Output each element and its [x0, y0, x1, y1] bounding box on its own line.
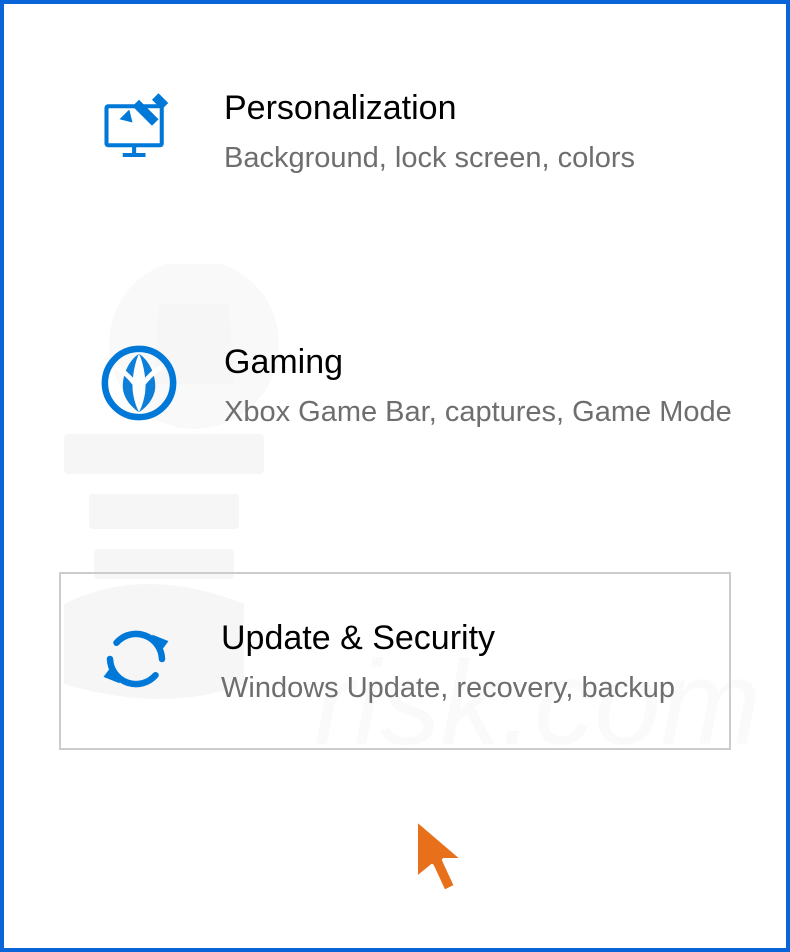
personalization-icon	[94, 84, 184, 174]
settings-item-gaming[interactable]: Gaming Xbox Game Bar, captures, Game Mod…	[4, 318, 786, 452]
item-desc: Background, lock screen, colors	[224, 139, 746, 178]
item-title: Personalization	[224, 88, 746, 129]
settings-item-text: Gaming Xbox Game Bar, captures, Game Mod…	[224, 338, 746, 432]
settings-item-text: Update & Security Windows Update, recove…	[221, 614, 724, 708]
item-title: Gaming	[224, 342, 746, 383]
settings-item-update-security[interactable]: Update & Security Windows Update, recove…	[59, 572, 731, 750]
item-desc: Windows Update, recovery, backup	[221, 669, 724, 708]
gaming-icon	[94, 338, 184, 428]
cursor-pointer-icon	[404, 814, 494, 919]
settings-item-text: Personalization Background, lock screen,…	[224, 84, 746, 178]
item-desc: Xbox Game Bar, captures, Game Mode	[224, 393, 746, 432]
item-title: Update & Security	[221, 618, 724, 659]
update-security-icon	[91, 614, 181, 704]
settings-list: Personalization Background, lock screen,…	[4, 4, 786, 750]
settings-item-personalization[interactable]: Personalization Background, lock screen,…	[4, 64, 786, 198]
